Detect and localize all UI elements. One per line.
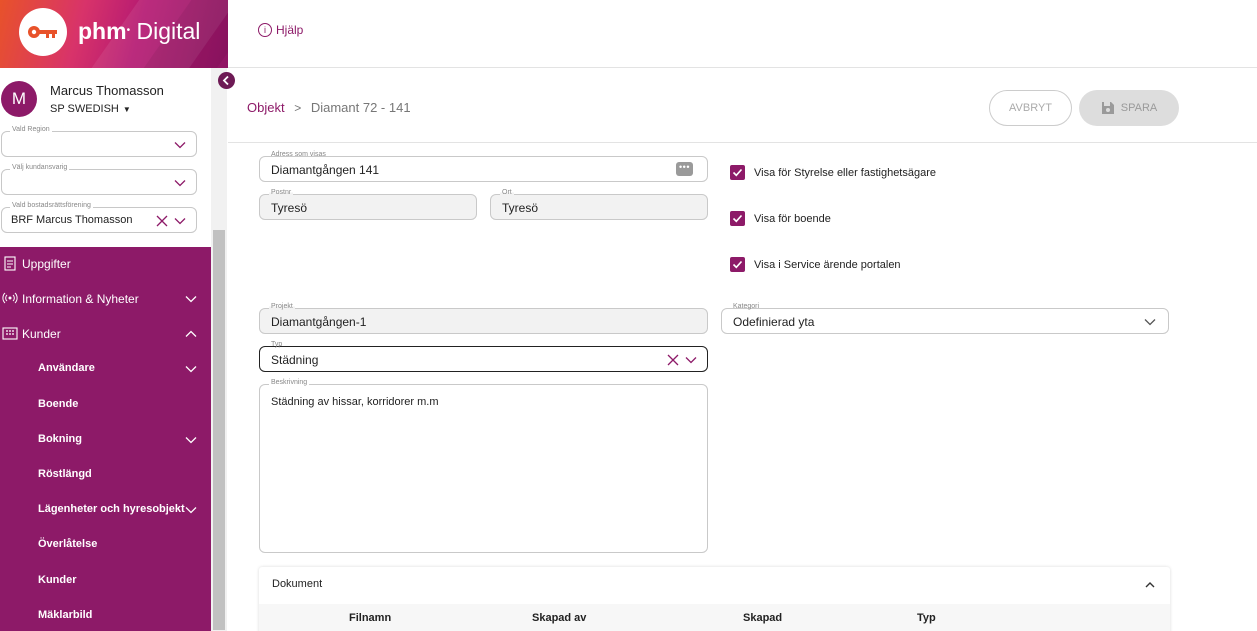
avatar[interactable]: M: [1, 81, 37, 117]
chevron-down-icon: [174, 142, 186, 149]
menu-item-kunder[interactable]: Kunder: [0, 317, 211, 351]
beskrivning-textarea[interactable]: Beskrivning Städning av hissar, korridor…: [259, 379, 708, 553]
cancel-button[interactable]: AVBRYT: [989, 90, 1072, 126]
more-options-icon[interactable]: •••: [676, 162, 693, 176]
top-bar: i Hjälp: [228, 0, 1257, 68]
checkbox-visa-styrelse[interactable]: Visa för Styrelse eller fastighetsägare: [730, 165, 936, 180]
breadcrumb-root[interactable]: Objekt: [247, 100, 285, 115]
menu-item-information-nyheter[interactable]: Information & Nyheter: [0, 282, 211, 316]
breadcrumb-separator: >: [294, 101, 302, 115]
address-field[interactable]: Adress som visas Diamantgången 141 •••: [259, 151, 708, 182]
save-icon: [1101, 102, 1114, 114]
sidebar-menu: Uppgifter Information & Nyheter Kunder A…: [0, 247, 211, 631]
kategori-select[interactable]: Kategori Odefinierad yta: [721, 303, 1169, 334]
chevron-left-icon: [222, 75, 229, 86]
chevron-down-icon: [174, 218, 186, 225]
checkbox-checked-icon[interactable]: [730, 165, 745, 180]
header-divider: [228, 142, 1257, 143]
checkbox-visa-service[interactable]: Visa i Service ärende portalen: [730, 257, 901, 272]
menu-item-anvandare[interactable]: Användare: [0, 352, 211, 386]
sidebar: M Marcus Thomasson SP SWEDISH ▼ Vald Regi…: [0, 68, 211, 631]
menu-item-uppgifter[interactable]: Uppgifter: [0, 247, 211, 281]
org-selector[interactable]: SP SWEDISH ▼: [50, 103, 131, 115]
chevron-down-icon: [185, 366, 197, 373]
ort-field: Ort Tyresö: [490, 189, 708, 220]
broadcast-icon: [2, 292, 18, 304]
menu-item-lagenheter[interactable]: Lägenheter och hyresobjekt: [0, 493, 211, 527]
menu-item-rostlangd[interactable]: Röstlängd: [0, 458, 211, 492]
checkbox-checked-icon[interactable]: [730, 257, 745, 272]
info-icon: i: [258, 23, 272, 37]
chevron-up-icon: [185, 330, 197, 337]
save-button[interactable]: SPARA: [1079, 90, 1179, 126]
building-icon: [2, 327, 18, 340]
key-icon: [28, 26, 57, 38]
breadcrumb-current: Diamant 72 - 141: [310, 100, 411, 115]
clear-icon[interactable]: [156, 215, 168, 227]
caret-down-icon: ▼: [122, 105, 131, 114]
clipboard-icon: [4, 256, 16, 271]
chevron-down-icon: [185, 507, 197, 514]
chevron-down-icon: [1144, 319, 1156, 326]
menu-item-kunder-sub[interactable]: Kunder: [0, 564, 211, 598]
chevron-up-icon[interactable]: [1144, 579, 1156, 591]
chevron-down-icon: [185, 437, 197, 444]
sidebar-scrollbar[interactable]: [211, 68, 227, 631]
brand-name: phm• Digital: [78, 18, 201, 44]
documents-title: Dokument: [272, 578, 323, 590]
documents-table-header: Filnamn Skapad av Skapad Typ: [259, 604, 1170, 631]
checkbox-visa-boende[interactable]: Visa för boende: [730, 211, 831, 226]
help-link[interactable]: i Hjälp: [258, 23, 303, 37]
menu-item-bokning[interactable]: Bokning: [0, 423, 211, 457]
scrollbar-thumb[interactable]: [213, 230, 225, 630]
clear-icon[interactable]: [667, 354, 679, 366]
collapse-sidebar-button[interactable]: [218, 72, 235, 89]
help-label: Hjälp: [276, 23, 304, 37]
column-header-skapad[interactable]: Skapad: [743, 612, 782, 624]
documents-panel: Dokument Filnamn Skapad av Skapad Typ: [259, 567, 1170, 631]
account-manager-select[interactable]: Välj kundansvarig: [1, 164, 197, 195]
chevron-down-icon: [685, 357, 697, 364]
checkbox-checked-icon[interactable]: [730, 211, 745, 226]
postnr-field: Postnr Tyresö: [259, 189, 477, 220]
menu-item-boende[interactable]: Boende: [0, 388, 211, 422]
association-select[interactable]: Vald bostadsrättsförening BRF Marcus Tho…: [1, 202, 197, 233]
chevron-down-icon: [185, 296, 197, 303]
column-header-skapad-av[interactable]: Skapad av: [532, 612, 586, 624]
column-header-typ[interactable]: Typ: [917, 612, 936, 624]
region-select[interactable]: Vald Region: [1, 126, 197, 157]
column-header-filnamn[interactable]: Filnamn: [349, 612, 391, 624]
brand-logo[interactable]: phm• Digital: [0, 0, 228, 68]
breadcrumb: Objekt > Diamant 72 - 141: [247, 100, 411, 115]
projekt-field: Projekt Diamantgången-1: [259, 303, 708, 334]
menu-item-maklarbild[interactable]: Mäklarbild: [0, 599, 211, 631]
menu-item-overlatelse[interactable]: Överlåtelse: [0, 528, 211, 562]
chevron-down-icon: [174, 180, 186, 187]
user-name: Marcus Thomasson: [50, 83, 164, 98]
typ-select[interactable]: Typ Städning: [259, 341, 708, 372]
